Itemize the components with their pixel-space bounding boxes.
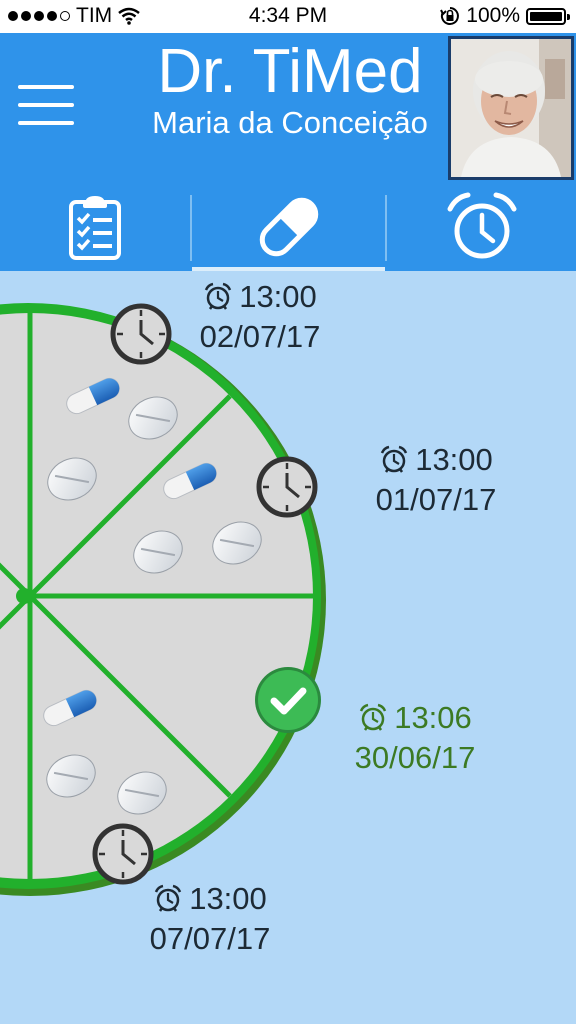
dose-label[interactable]: 13:00 02/07/17 [180, 277, 340, 357]
dose-time: 13:00 [189, 881, 267, 916]
clock-marker-icon[interactable] [92, 823, 154, 885]
status-right: 100% [440, 4, 570, 28]
dose-date: 01/07/17 [375, 482, 497, 517]
tab-bar [0, 183, 576, 271]
pillbox-view: 13:00 02/07/17 13:00 01/07/17 13:06 30/0… [0, 271, 576, 1024]
patient-name: Maria da Conceição [152, 105, 428, 140]
tab-pills[interactable] [192, 183, 385, 271]
alarm-clock-icon [447, 192, 516, 259]
hamburger-menu-icon[interactable] [18, 85, 76, 129]
app-title: Dr. TiMed [157, 37, 423, 106]
clipboard-checklist-icon [69, 196, 121, 260]
taken-check-icon[interactable] [255, 667, 321, 733]
alarm-clock-icon [360, 703, 387, 731]
dose-label-taken[interactable]: 13:06 30/06/17 [335, 698, 495, 778]
avatar[interactable] [448, 36, 574, 180]
dose-time: 13:00 [415, 442, 493, 477]
dose-date: 02/07/17 [199, 319, 321, 354]
pill-capsule-icon [259, 197, 318, 257]
dose-time: 13:06 [394, 700, 472, 735]
dose-date: 07/07/17 [149, 921, 271, 956]
alarm-clock-icon [155, 884, 182, 912]
clock-marker-icon[interactable] [110, 303, 172, 365]
battery-percent: 100% [466, 4, 520, 27]
tab-checklist[interactable] [0, 183, 190, 271]
dose-time: 13:00 [239, 279, 317, 314]
tab-alarms[interactable] [387, 183, 576, 271]
dose-label[interactable]: 13:00 07/07/17 [130, 879, 290, 959]
battery-icon [526, 7, 570, 25]
dose-label[interactable]: 13:00 01/07/17 [356, 440, 516, 520]
patient-photo [451, 39, 571, 177]
app-header: Dr. TiMed Maria da Conceição [0, 33, 576, 183]
status-bar: TIM 4:34 PM 100% [0, 0, 576, 33]
alarm-clock-icon [205, 282, 232, 310]
dose-date: 30/06/17 [354, 740, 476, 775]
orientation-lock-icon [440, 7, 460, 25]
alarm-clock-icon [381, 445, 408, 473]
clock-marker-icon[interactable] [256, 456, 318, 518]
